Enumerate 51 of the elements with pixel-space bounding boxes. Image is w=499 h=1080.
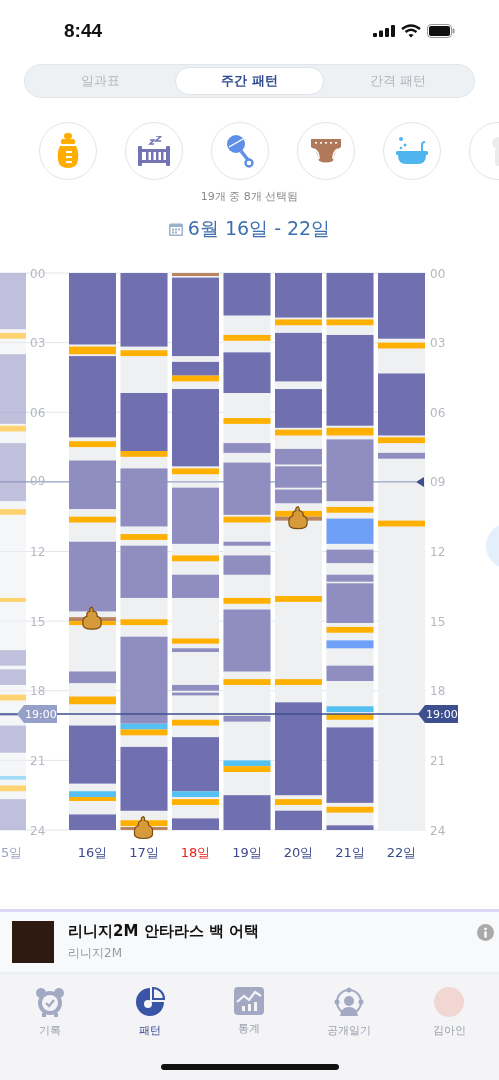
battery-icon — [427, 24, 455, 38]
calendar-icon — [168, 222, 183, 236]
community-icon — [334, 987, 365, 1017]
hour-label: 15 — [430, 614, 446, 629]
info-icon[interactable] — [477, 924, 494, 941]
wifi-icon — [401, 24, 421, 38]
date-range[interactable]: 6월 16일 - 22일 — [187, 216, 331, 242]
bathtub-icon — [396, 136, 428, 166]
rattle-icon — [226, 134, 254, 168]
hour-label: 06 — [30, 405, 46, 420]
poop-icon — [288, 506, 308, 530]
ad-subtitle: 리니지2M — [68, 945, 123, 962]
day-label[interactable]: 22일 — [386, 845, 417, 860]
hour-label: 00 — [30, 266, 46, 281]
hour-label: 12 — [30, 545, 46, 559]
alarm-clock-icon — [34, 987, 65, 1017]
time-badge: 19:00 — [17, 704, 57, 723]
ad-thumbnail[interactable] — [12, 921, 54, 963]
day-label[interactable]: 19일 — [232, 845, 262, 860]
hour-label: 03 — [30, 336, 46, 351]
day-label[interactable]: 20일 — [283, 845, 314, 860]
baby-bottle-icon — [57, 133, 79, 169]
hour-label: 24 — [430, 823, 446, 838]
hour-label: 18 — [430, 684, 446, 699]
hour-label: 12 — [430, 545, 446, 559]
poop-icon — [133, 815, 154, 840]
day-label[interactable]: 17일 — [129, 845, 159, 860]
poop-icon — [82, 606, 102, 630]
segment-tab[interactable]: 주간 패턴 — [174, 67, 325, 95]
hour-label: 18 — [30, 684, 46, 699]
status-time: 8:44 — [64, 20, 103, 42]
pie-chart-icon — [134, 987, 165, 1017]
avatar-icon — [434, 987, 465, 1017]
hour-label: 06 — [430, 405, 446, 420]
selection-count: 19개 중 8개 선택됨 — [199, 189, 300, 204]
hour-label: 21 — [30, 753, 46, 768]
day-label[interactable]: 16일 — [77, 845, 108, 860]
crib-icon — [138, 136, 170, 166]
hour-label: 00 — [430, 266, 446, 281]
ad-title[interactable]: 리니지2M 안타라스 백 어택 — [68, 922, 260, 941]
hour-label: 15 — [30, 614, 46, 629]
signal-icon — [373, 25, 395, 37]
hour-label: 21 — [430, 753, 446, 768]
hour-label: 09 — [430, 475, 446, 490]
day-label[interactable]: 21일 — [335, 845, 365, 860]
diaper-icon — [311, 139, 341, 163]
nav-tab[interactable]: 패턴 — [99, 987, 200, 1043]
hour-label: 24 — [30, 823, 46, 838]
line-chart-icon — [234, 987, 265, 1015]
hour-label: 03 — [430, 336, 446, 351]
day-label[interactable]: 18일 — [180, 845, 211, 860]
